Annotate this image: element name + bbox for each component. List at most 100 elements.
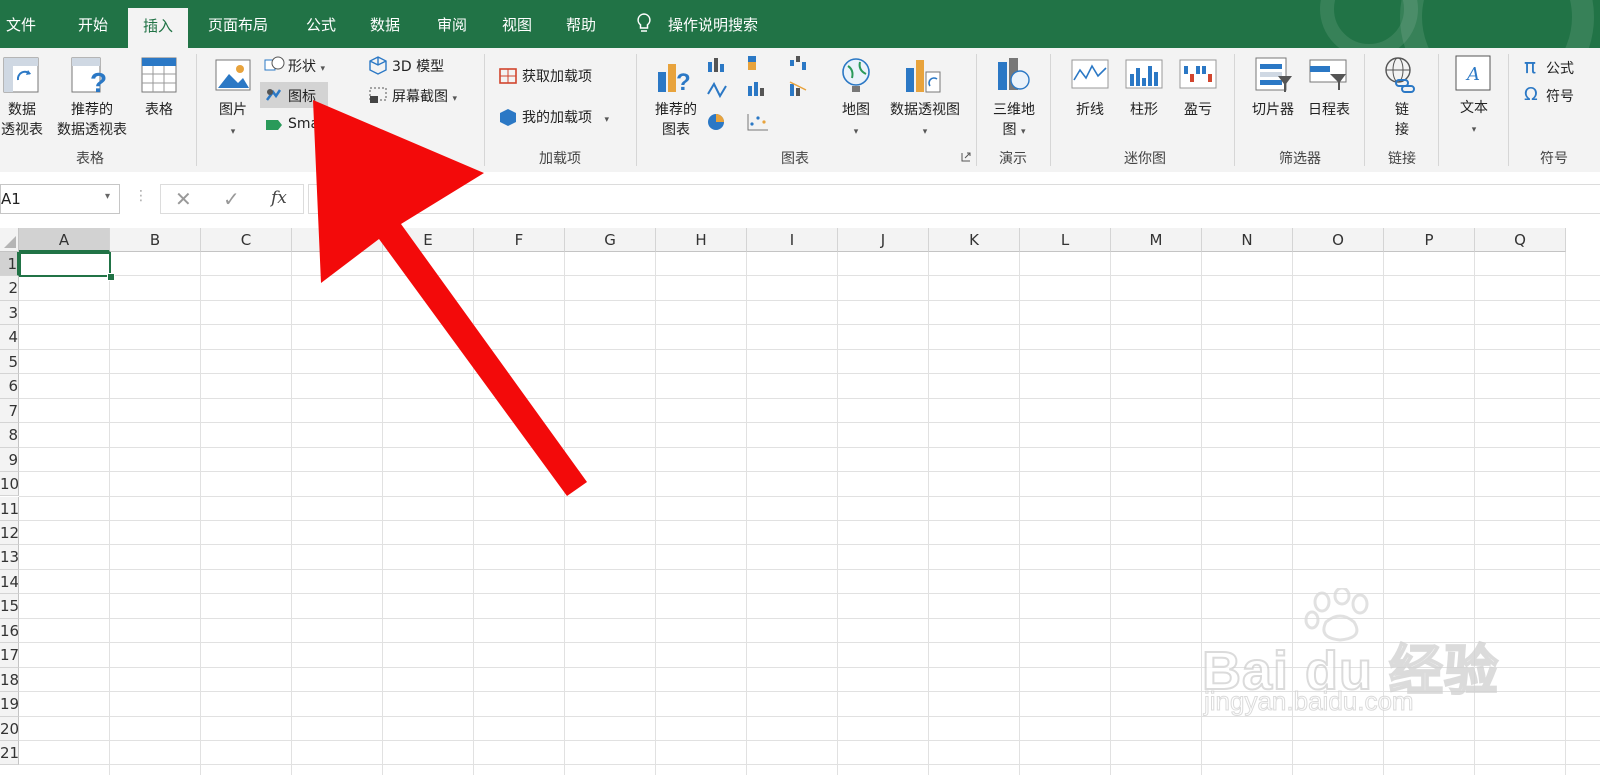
tab-help[interactable]: 帮助 bbox=[566, 14, 596, 35]
dialog-launcher-icon[interactable] bbox=[961, 152, 971, 162]
slicer-button[interactable]: 切片器 bbox=[1244, 100, 1302, 120]
row-header[interactable]: 2 bbox=[0, 276, 19, 301]
ribbon-tab-bar: 文件 开始 插入 页面布局 公式 数据 审阅 视图 帮助 操作说明搜索 bbox=[0, 0, 1600, 48]
column-header[interactable]: I bbox=[747, 228, 838, 252]
row-header[interactable]: 19 bbox=[0, 692, 19, 717]
tab-insert[interactable]: 插入 bbox=[128, 8, 189, 48]
row-header[interactable]: 9 bbox=[0, 447, 19, 473]
column-header[interactable]: E bbox=[383, 228, 474, 252]
3d-models-button[interactable]: 3D 模型 bbox=[392, 56, 444, 76]
row-header[interactable]: 18 bbox=[0, 667, 19, 693]
tab-review[interactable]: 审阅 bbox=[437, 14, 467, 35]
row-header[interactable]: 4 bbox=[0, 325, 19, 350]
link-button[interactable]: 链 接 bbox=[1380, 100, 1424, 140]
column-header[interactable]: O bbox=[1293, 228, 1384, 252]
row-header[interactable]: 7 bbox=[0, 398, 19, 424]
row-header[interactable]: 20 bbox=[0, 716, 19, 741]
group-separator bbox=[1508, 54, 1509, 166]
tab-home[interactable]: 开始 bbox=[78, 14, 108, 35]
equation-button[interactable]: 公式 bbox=[1546, 58, 1574, 78]
column-header[interactable]: H bbox=[656, 228, 747, 252]
3d-map-button[interactable]: 三维地 图 ▾ bbox=[984, 100, 1044, 142]
column-header[interactable]: K bbox=[929, 228, 1020, 252]
select-all-corner[interactable] bbox=[0, 228, 19, 252]
recommended-pivot-button[interactable]: 推荐的 数据透视表 bbox=[52, 100, 132, 140]
tab-view[interactable]: 视图 bbox=[502, 14, 532, 35]
row-header[interactable]: 13 bbox=[0, 545, 19, 570]
group-label-tables: 表格 bbox=[76, 151, 104, 167]
column-header[interactable]: J bbox=[838, 228, 929, 252]
pivot-chart-button[interactable]: 数据透视图 ▾ bbox=[882, 100, 968, 142]
row-header[interactable]: 11 bbox=[0, 496, 19, 521]
sparkline-column-button[interactable]: 柱形 bbox=[1120, 100, 1168, 120]
column-header[interactable]: P bbox=[1384, 228, 1475, 252]
column-header[interactable]: L bbox=[1020, 228, 1111, 252]
row-header[interactable]: 10 bbox=[0, 472, 19, 497]
selected-cell-a1[interactable] bbox=[19, 252, 111, 277]
chevron-down-icon: ▾ bbox=[320, 64, 325, 74]
chevron-down-icon[interactable]: ▾ bbox=[105, 191, 110, 202]
table-label: 表格 bbox=[145, 102, 173, 118]
row-header[interactable]: 6 bbox=[0, 374, 19, 399]
text-button[interactable]: 文本 ▾ bbox=[1446, 98, 1502, 140]
get-addins-button[interactable]: 获取加载项 bbox=[522, 66, 592, 86]
tab-page-layout[interactable]: 页面布局 bbox=[208, 14, 268, 35]
pictures-label: 图片 bbox=[219, 102, 247, 118]
insert-function-fx-icon[interactable]: fx bbox=[271, 188, 287, 208]
row-header[interactable]: 15 bbox=[0, 594, 19, 619]
tab-data[interactable]: 数据 bbox=[370, 14, 400, 35]
row-header[interactable]: 12 bbox=[0, 520, 19, 546]
row-header[interactable]: 1 bbox=[0, 252, 19, 277]
enter-check-icon[interactable]: ✓ bbox=[223, 187, 240, 211]
chart-types-icons bbox=[707, 56, 807, 131]
pivot-table-button[interactable]: 数据 透视表 bbox=[0, 100, 46, 140]
my-addins-button[interactable]: 我的加载项 ▾ bbox=[522, 107, 609, 127]
shapes-button[interactable]: 形状 ▾ bbox=[288, 56, 325, 76]
column-header[interactable]: N bbox=[1202, 228, 1293, 252]
column-header[interactable]: Q bbox=[1475, 228, 1566, 252]
row-header[interactable]: 17 bbox=[0, 643, 19, 668]
row-header[interactable]: 8 bbox=[0, 423, 19, 448]
column-header[interactable]: F bbox=[474, 228, 565, 252]
icons-button[interactable]: 图标 bbox=[288, 86, 316, 106]
group-label-sparklines: 迷你图 bbox=[1124, 151, 1166, 167]
timeline-button[interactable]: 日程表 bbox=[1300, 100, 1358, 120]
group-separator bbox=[484, 54, 485, 166]
pictures-button[interactable]: 图片 ▾ bbox=[210, 100, 256, 142]
sparkline-winloss-button[interactable]: 盈亏 bbox=[1174, 100, 1222, 120]
group-label-addins: 加载项 bbox=[539, 151, 581, 167]
formula-input[interactable] bbox=[308, 184, 1600, 214]
table-button[interactable]: 表格 bbox=[138, 100, 180, 120]
column-header[interactable]: C bbox=[201, 228, 292, 252]
column-header[interactable]: B bbox=[110, 228, 201, 252]
screenshot-button[interactable]: 屏幕截图 ▾ bbox=[392, 86, 457, 106]
map-chart-button[interactable]: 地图 ▾ bbox=[834, 100, 878, 142]
column-header[interactable]: A bbox=[19, 228, 110, 252]
row-header[interactable]: 16 bbox=[0, 618, 19, 644]
column-header[interactable]: M bbox=[1111, 228, 1202, 252]
smartart-icon bbox=[266, 120, 282, 130]
fill-handle[interactable] bbox=[107, 273, 115, 281]
map-chart-label: 地图 bbox=[842, 102, 870, 118]
pivot-table-icon bbox=[3, 57, 39, 93]
column-header[interactable]: G bbox=[565, 228, 656, 252]
cancel-icon[interactable]: ✕ bbox=[175, 187, 192, 211]
sparkline-line-button[interactable]: 折线 bbox=[1066, 100, 1114, 120]
smartart-button[interactable]: Sma bbox=[288, 116, 319, 132]
row-header[interactable]: 5 bbox=[0, 349, 19, 375]
column-header[interactable]: D bbox=[292, 228, 383, 252]
icons-label: 图标 bbox=[288, 89, 316, 105]
formula-buttons: ✕ ✓ fx bbox=[160, 184, 304, 214]
recommended-charts-button[interactable]: 推荐的 图表 bbox=[648, 100, 704, 140]
pivot-table-label: 数据 透视表 bbox=[1, 102, 43, 138]
tab-formulas[interactable]: 公式 bbox=[306, 14, 336, 35]
name-box[interactable]: A1 ▾ bbox=[0, 184, 120, 214]
tab-file[interactable]: 文件 bbox=[6, 14, 36, 35]
row-header[interactable]: 3 bbox=[0, 300, 19, 326]
row-header[interactable]: 21 bbox=[0, 741, 19, 766]
symbol-button[interactable]: 符号 bbox=[1546, 86, 1574, 106]
row-header[interactable]: 14 bbox=[0, 569, 19, 595]
tell-me-search[interactable]: 操作说明搜索 bbox=[668, 14, 758, 35]
pi-icon: π bbox=[1524, 54, 1537, 78]
group-label-filters: 筛选器 bbox=[1279, 151, 1321, 167]
